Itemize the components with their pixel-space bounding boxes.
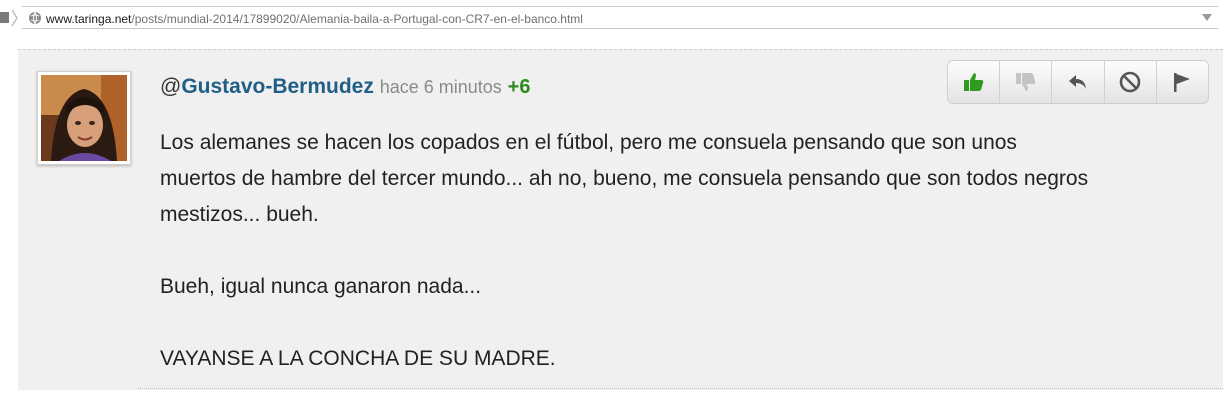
- reply-button[interactable]: [1052, 61, 1105, 103]
- block-icon: [1119, 71, 1141, 93]
- like-button[interactable]: [948, 61, 1001, 103]
- avatar-image: [41, 75, 127, 161]
- flag-icon: [1174, 73, 1191, 92]
- report-button[interactable]: [1157, 61, 1208, 103]
- url-field[interactable]: www.taringa.net/posts/mundial-2014/17899…: [22, 6, 1218, 29]
- comment-paragraph: VAYANSE A LA CONCHA DE SU MADRE.: [160, 347, 556, 370]
- block-button[interactable]: [1105, 61, 1157, 103]
- chevron-down-icon[interactable]: [1202, 14, 1212, 21]
- page-icon: [0, 8, 22, 28]
- reply-icon: [1069, 75, 1086, 89]
- thumbs-down-icon: [1015, 73, 1036, 91]
- comment-body: Los alemanes se hacen los copados en el …: [160, 125, 1220, 377]
- timestamp: hace 6 minutos: [379, 77, 502, 97]
- address-bar: www.taringa.net/posts/mundial-2014/17899…: [0, 0, 1223, 36]
- url-text[interactable]: www.taringa.net/posts/mundial-2014/17899…: [46, 12, 583, 26]
- avatar[interactable]: [37, 71, 131, 165]
- comment-line: muertos de hambre del tercer mundo... ah…: [160, 167, 1089, 190]
- comment-line: mestizos... bueh.: [160, 203, 319, 226]
- mention-prefix: @: [160, 75, 182, 98]
- comment-paragraph: Bueh, igual nunca ganaron nada...: [160, 275, 482, 298]
- comment-actions: [947, 60, 1209, 104]
- globe-icon: [28, 11, 42, 25]
- divider: [138, 388, 1223, 389]
- vote-score: +6: [507, 76, 531, 98]
- thumbs-up-icon: [963, 73, 983, 91]
- url-path: /posts/mundial-2014/17899020/Alemania-ba…: [131, 12, 583, 26]
- url-host: www.taringa.net: [46, 12, 132, 26]
- comment-line: Los alemanes se hacen los copados en el …: [160, 131, 1017, 154]
- username-link[interactable]: Gustavo-Bermudez: [181, 75, 374, 98]
- comment-header: @Gustavo-Bermudez hace 6 minutos +6: [160, 75, 530, 99]
- dislike-button[interactable]: [1000, 61, 1053, 103]
